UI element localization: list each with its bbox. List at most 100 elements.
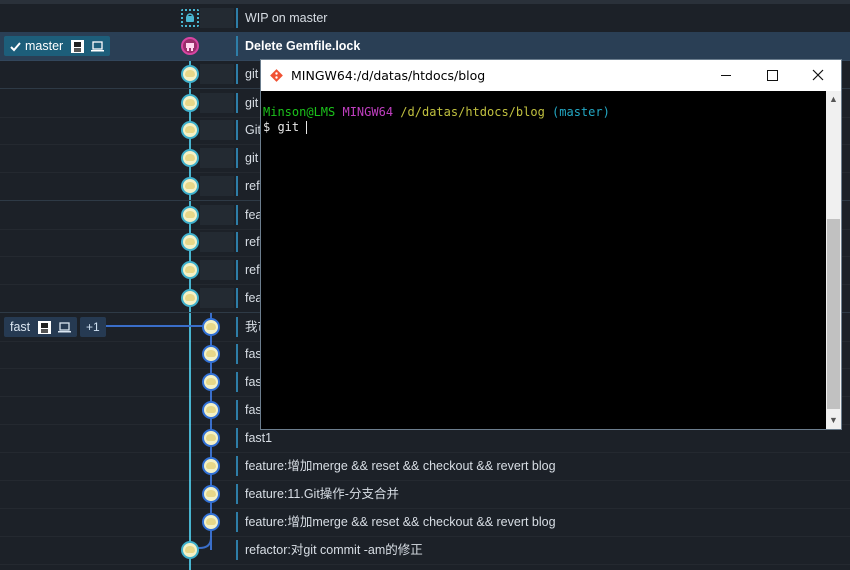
message-separator xyxy=(236,540,238,560)
commit-message: Delete Gemfile.lock xyxy=(245,39,361,53)
maximize-icon xyxy=(767,70,778,81)
laptop-icon xyxy=(58,322,72,333)
scrollbar-thumb[interactable] xyxy=(827,219,840,409)
prompt-path: /d/datas/htdocs/blog xyxy=(400,105,545,119)
commit-node-avatar xyxy=(202,513,220,531)
message-separator xyxy=(236,64,238,84)
prompt-branch: (master) xyxy=(552,105,610,119)
commit-message: ref xyxy=(245,179,260,193)
command-input[interactable]: $ git xyxy=(263,120,306,134)
commit-message: WIP on master xyxy=(245,11,328,25)
minimize-button[interactable] xyxy=(703,60,749,91)
avatar-placeholder xyxy=(200,205,234,225)
message-separator xyxy=(236,176,238,196)
message-separator xyxy=(236,205,238,225)
avatar-icon xyxy=(37,321,51,335)
branch-label-fast[interactable]: fast xyxy=(4,317,78,337)
message-separator xyxy=(236,8,238,28)
message-separator xyxy=(236,428,238,448)
avatar-placeholder xyxy=(200,288,234,308)
message-separator xyxy=(236,344,238,364)
avatar-placeholder xyxy=(200,232,234,252)
scroll-up-arrow-icon[interactable]: ▲ xyxy=(826,91,841,108)
commit-message: git xyxy=(245,96,259,110)
avatar-placeholder xyxy=(200,260,234,280)
git-logo-icon xyxy=(270,69,283,82)
commit-message: ref xyxy=(245,235,260,249)
message-separator xyxy=(236,456,238,476)
commit-node-avatar xyxy=(181,206,199,224)
commit-node-avatar xyxy=(181,149,199,167)
commit-message: ref xyxy=(245,263,260,277)
message-separator xyxy=(236,260,238,280)
commit-node-avatar xyxy=(181,121,199,139)
input-line[interactable]: $ git xyxy=(263,120,827,135)
message-separator xyxy=(236,484,238,504)
terminal-titlebar[interactable]: MINGW64:/d/datas/htdocs/blog xyxy=(261,60,841,91)
message-separator xyxy=(236,400,238,420)
commit-node-avatar xyxy=(181,233,199,251)
commit-node-avatar xyxy=(181,541,199,559)
commit-row[interactable]: feature:增加merge && reset && checkout && … xyxy=(0,452,850,481)
branch-label-master[interactable]: master xyxy=(4,36,111,56)
text-cursor xyxy=(306,121,308,134)
commit-node-avatar xyxy=(202,401,220,419)
commit-node-avatar xyxy=(181,94,199,112)
avatar-placeholder xyxy=(200,93,234,113)
avatar-icon xyxy=(70,40,84,54)
avatar-placeholder xyxy=(200,120,234,140)
wip-avatar-placeholder xyxy=(200,8,234,28)
branch-name: fast xyxy=(10,320,31,334)
commit-message: git xyxy=(245,67,259,81)
commit-message: git xyxy=(245,151,259,165)
commit-row-selected[interactable]: master Delete Gemfile.lock xyxy=(0,32,850,61)
commit-message: feature:增加merge && reset && checkout && … xyxy=(245,515,556,529)
commit-node-avatar xyxy=(202,429,220,447)
commit-node-avatar xyxy=(202,318,220,336)
laptop-icon xyxy=(91,41,105,52)
message-separator xyxy=(236,512,238,532)
prompt-env: MINGW64 xyxy=(342,105,394,119)
commit-row-wip[interactable]: WIP on master xyxy=(0,4,850,33)
close-icon xyxy=(812,69,824,81)
branch-name: master xyxy=(25,39,64,53)
terminal-window[interactable]: MINGW64:/d/datas/htdocs/blog Minson@LMS … xyxy=(260,59,842,430)
commit-message: feature:增加merge && reset && checkout && … xyxy=(245,459,556,473)
more-branches-badge[interactable]: +1 xyxy=(80,317,106,337)
terminal-title: MINGW64:/d/datas/htdocs/blog xyxy=(291,68,486,83)
commit-row[interactable]: feature:增加merge && reset && checkout && … xyxy=(0,508,850,537)
commit-message: feature:11.Git操作-分支合并 xyxy=(245,487,399,501)
terminal-scrollbar[interactable]: ▲ ▼ xyxy=(826,91,841,429)
commit-node-avatar xyxy=(202,373,220,391)
commit-row[interactable]: feature:11.Git操作-分支合并 xyxy=(0,480,850,509)
wip-node-icon xyxy=(181,9,199,27)
avatar-placeholder xyxy=(200,148,234,168)
maximize-button[interactable] xyxy=(749,60,795,91)
commit-node-avatar xyxy=(181,261,199,279)
terminal-output[interactable]: Minson@LMS MINGW64 /d/datas/htdocs/blog … xyxy=(261,91,827,429)
message-separator xyxy=(236,317,238,337)
close-button[interactable] xyxy=(795,60,841,91)
head-commit-node-icon xyxy=(181,37,199,55)
message-separator xyxy=(236,288,238,308)
message-separator xyxy=(236,148,238,168)
message-separator xyxy=(236,372,238,392)
commit-row[interactable]: refactor:对git commit -am的修正 xyxy=(0,536,850,565)
commit-node-avatar xyxy=(181,289,199,307)
checkmark-icon xyxy=(10,42,21,52)
commit-node-avatar xyxy=(202,345,220,363)
commit-node-avatar xyxy=(181,65,199,83)
avatar-placeholder xyxy=(200,64,234,84)
commit-node-avatar xyxy=(202,457,220,475)
message-separator xyxy=(236,120,238,140)
message-separator xyxy=(236,36,238,56)
scroll-down-arrow-icon[interactable]: ▼ xyxy=(826,412,841,429)
commit-node-avatar xyxy=(202,485,220,503)
avatar-placeholder xyxy=(200,176,234,196)
commit-message: refactor:对git commit -am的修正 xyxy=(245,543,423,557)
minimize-icon xyxy=(721,75,731,76)
prompt-user: Minson@LMS xyxy=(263,105,336,119)
message-separator xyxy=(236,232,238,252)
commit-message: Git xyxy=(245,123,261,137)
message-separator xyxy=(236,93,238,113)
